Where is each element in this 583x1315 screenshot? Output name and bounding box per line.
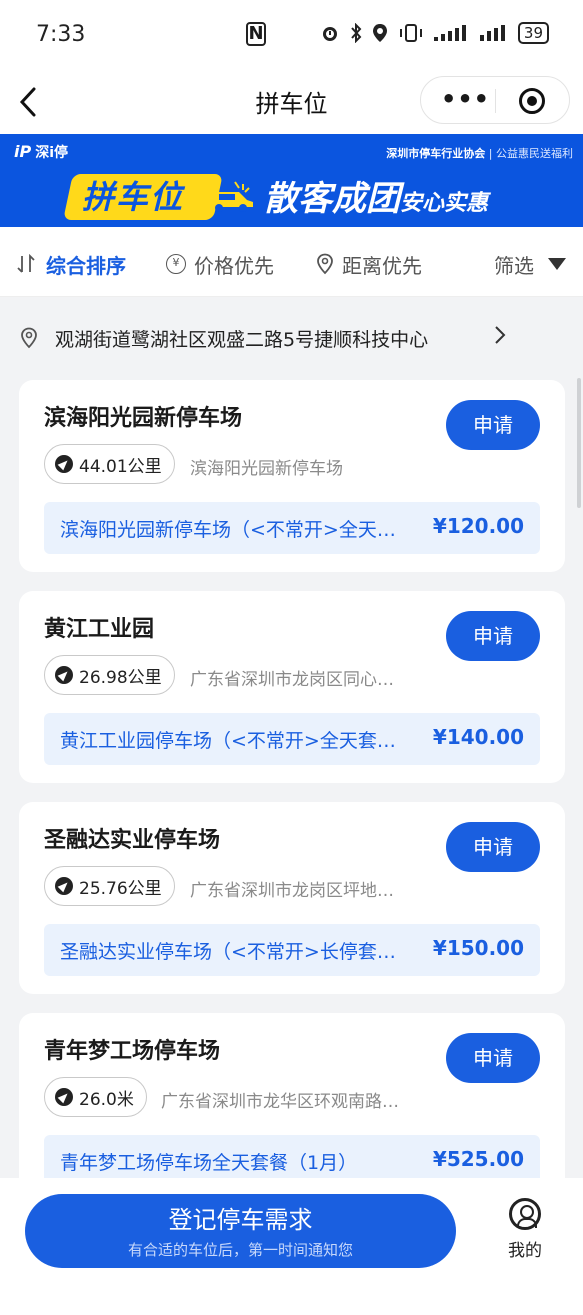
register-demand-button[interactable]: 登记停车需求 有合适的车位后，第一时间通知您 xyxy=(25,1194,456,1268)
location-pin-icon xyxy=(317,253,333,275)
apply-button[interactable]: 申请 xyxy=(446,1033,540,1083)
package-price: ¥150.00 xyxy=(432,936,524,960)
navigation-icon xyxy=(55,877,73,895)
vibrate-icon xyxy=(399,24,422,42)
lot-address: 广东省深圳市龙岗区同心… xyxy=(190,670,394,690)
parking-lot-card[interactable]: 黄江工业园 申请 26.98公里 广东省深圳市龙岗区同心… 黄江工业园停车场（<… xyxy=(19,591,565,783)
distance-value: 26.98公里 xyxy=(79,667,162,688)
package-name: 黄江工业园停车场（<不常开>全天套… xyxy=(60,730,396,752)
car-icon xyxy=(209,181,253,212)
distance-badge[interactable]: 26.98公里 xyxy=(44,655,175,695)
sort-label: 距离优先 xyxy=(342,253,422,278)
cta-sub-label: 有合适的车位后，第一时间通知您 xyxy=(127,1241,353,1259)
association-slogan: 公益惠民送福利 xyxy=(496,147,573,160)
sort-label: 价格优先 xyxy=(194,253,274,278)
filter-label: 筛选 xyxy=(494,253,534,278)
apply-button[interactable]: 申请 xyxy=(446,822,540,872)
navigation-icon xyxy=(55,666,73,684)
scrollbar-thumb[interactable] xyxy=(577,378,581,508)
sort-price[interactable]: ¥ 价格优先 xyxy=(166,251,274,278)
package-price: ¥525.00 xyxy=(432,1147,524,1171)
nav-bar: 拼车位 ••• xyxy=(0,72,583,134)
mini-program-capsule: ••• xyxy=(420,76,570,124)
filter-button[interactable]: 筛选 xyxy=(494,251,566,278)
package-row[interactable]: 圣融达实业停车场（<不常开>长停套… ¥150.00 xyxy=(44,924,540,976)
package-price: ¥120.00 xyxy=(432,514,524,538)
banner-slogan: 散客成团安心实惠 xyxy=(264,178,488,220)
sort-label: 综合排序 xyxy=(46,253,126,278)
distance-badge[interactable]: 44.01公里 xyxy=(44,444,175,484)
package-price: ¥140.00 xyxy=(432,725,524,749)
slogan-sub: 安心实惠 xyxy=(400,191,489,216)
lot-address: 滨海阳光园新停车场 xyxy=(190,459,343,479)
lot-name: 圣融达实业停车场 xyxy=(44,828,221,853)
distance-value: 25.76公里 xyxy=(79,878,162,899)
association-name: 深圳市停车行业协会 xyxy=(386,147,486,160)
distance-value: 44.01公里 xyxy=(79,456,162,477)
package-name: 青年梦工场停车场全天套餐（1月） xyxy=(60,1152,358,1174)
parking-lot-card[interactable]: 青年梦工场停车场 申请 26.0米 广东省深圳市龙华区环观南路… 青年梦工场停车… xyxy=(19,1013,565,1205)
nfc-icon: N xyxy=(246,22,266,46)
location-pin-icon xyxy=(21,327,37,349)
brand-logo-mark: iP xyxy=(14,142,32,161)
chevron-down-icon xyxy=(548,258,566,270)
bluetooth-icon xyxy=(351,23,362,43)
navigation-icon xyxy=(55,1088,73,1106)
lot-name: 青年梦工场停车场 xyxy=(44,1039,221,1064)
bottom-bar: 登记停车需求 有合适的车位后，第一时间通知您 我的 xyxy=(0,1178,583,1315)
distance-value: 26.0米 xyxy=(79,1089,134,1110)
sort-distance[interactable]: 距离优先 xyxy=(316,251,422,278)
lot-name: 滨海阳光园新停车场 xyxy=(44,406,243,431)
lot-address: 广东省深圳市龙岗区坪地… xyxy=(190,881,394,901)
apply-button[interactable]: 申请 xyxy=(446,611,540,661)
lot-address: 广东省深圳市龙华区环观南路… xyxy=(161,1092,399,1112)
cta-main-label: 登记停车需求 xyxy=(168,1206,313,1234)
package-name: 圣融达实业停车场（<不常开>长停套… xyxy=(60,941,396,963)
status-icons: 39 xyxy=(320,22,549,44)
battery-icon: 39 xyxy=(517,22,549,44)
signal-icon xyxy=(479,25,505,41)
mine-tab[interactable]: 我的 xyxy=(500,1198,550,1261)
close-mini-program-icon[interactable] xyxy=(519,88,545,114)
banner-badge-text: 拼车位 xyxy=(82,178,185,216)
lot-name: 黄江工业园 xyxy=(44,617,155,642)
parking-lot-card[interactable]: 滨海阳光园新停车场 申请 44.01公里 滨海阳光园新停车场 滨海阳光园新停车场… xyxy=(19,380,565,572)
status-time: 7:33 xyxy=(36,22,86,47)
package-name: 滨海阳光园新停车场（<不常开>全天… xyxy=(60,519,396,541)
package-row[interactable]: 滨海阳光园新停车场（<不常开>全天… ¥120.00 xyxy=(44,502,540,554)
distance-badge[interactable]: 25.76公里 xyxy=(44,866,175,906)
distance-badge[interactable]: 26.0米 xyxy=(44,1077,147,1117)
chevron-right-icon xyxy=(495,326,506,344)
location-icon xyxy=(372,24,387,42)
slogan-main: 散客成团 xyxy=(264,179,400,219)
status-bar: 7:33 N 39 xyxy=(0,0,583,72)
package-row[interactable]: 黄江工业园停车场（<不常开>全天套… ¥140.00 xyxy=(44,713,540,765)
apply-button[interactable]: 申请 xyxy=(446,400,540,450)
promo-banner[interactable]: iP 深i停 深圳市停车行业协会 | 公益惠民送福利 拼车位 散客成团安心实惠 xyxy=(0,134,583,227)
brand-name: 深i停 xyxy=(35,145,69,161)
sort-comprehensive[interactable]: 综合排序 xyxy=(16,251,126,278)
association-text: 深圳市停车行业协会 | 公益惠民送福利 xyxy=(386,147,573,160)
location-address: 观湖街道鹭湖社区观盛二路5号捷顺科技中心 xyxy=(55,329,429,351)
sort-bar: 综合排序 ¥ 价格优先 距离优先 筛选 xyxy=(0,227,583,297)
signal-icon xyxy=(433,25,466,41)
parking-lot-card[interactable]: 圣融达实业停车场 申请 25.76公里 广东省深圳市龙岗区坪地… 圣融达实业停车… xyxy=(19,802,565,994)
more-icon[interactable]: ••• xyxy=(441,87,490,111)
brand-logo: iP 深i停 xyxy=(14,142,68,162)
user-icon xyxy=(509,1198,541,1230)
yuan-icon: ¥ xyxy=(166,254,186,274)
sort-icon xyxy=(17,254,35,273)
capsule-divider xyxy=(495,89,496,113)
alarm-icon xyxy=(322,27,337,41)
navigation-icon xyxy=(55,455,73,473)
current-location[interactable]: 观湖街道鹭湖社区观盛二路5号捷顺科技中心 xyxy=(0,305,583,365)
mine-label: 我的 xyxy=(508,1241,542,1261)
